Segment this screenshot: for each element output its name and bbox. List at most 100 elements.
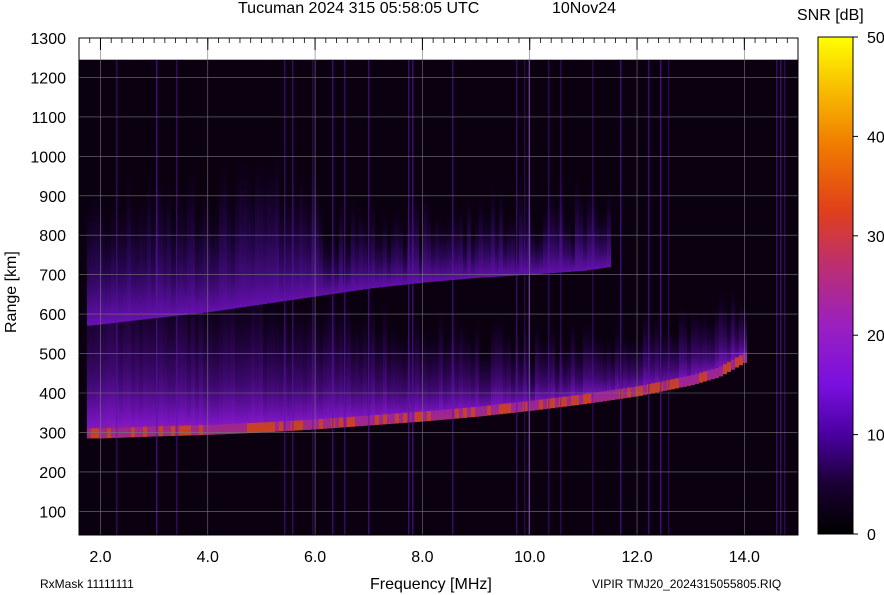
echo-cell bbox=[187, 425, 191, 436]
echo-cell bbox=[439, 409, 443, 420]
echo-cell bbox=[179, 187, 183, 316]
echo-cell bbox=[91, 189, 95, 326]
echo-cell bbox=[563, 214, 567, 273]
echo-cell bbox=[199, 425, 203, 436]
echo-cell bbox=[335, 310, 339, 428]
echo-cell bbox=[239, 423, 243, 434]
echo-cell bbox=[227, 187, 231, 310]
echo-cell bbox=[739, 355, 743, 366]
echo-cell bbox=[655, 382, 659, 393]
interference-line bbox=[292, 59, 294, 535]
echo-cell bbox=[511, 212, 515, 276]
echo-cell bbox=[275, 302, 279, 432]
echo-cell bbox=[303, 183, 307, 299]
echo-cell bbox=[359, 200, 363, 290]
echo-cell bbox=[475, 406, 479, 417]
colorbar-tick-label: 10 bbox=[867, 428, 884, 445]
echo-cell bbox=[395, 413, 399, 424]
echo-cell bbox=[259, 422, 263, 433]
echo-cell bbox=[131, 196, 135, 321]
echo-cell bbox=[307, 419, 311, 430]
echo-cell bbox=[539, 226, 543, 274]
echo-cell bbox=[691, 375, 695, 386]
echo-cell bbox=[507, 403, 511, 414]
echo-cell bbox=[271, 159, 275, 303]
echo-cell bbox=[347, 297, 351, 427]
echo-cell bbox=[383, 296, 387, 425]
echo-cell bbox=[139, 426, 143, 437]
echo-cell bbox=[431, 332, 435, 421]
echo-cell bbox=[595, 392, 599, 403]
echo-cell bbox=[735, 357, 739, 368]
echo-cell bbox=[431, 222, 435, 282]
y-tick-label: 700 bbox=[39, 268, 66, 285]
echo-cell bbox=[719, 288, 723, 377]
echo-cell bbox=[267, 422, 271, 433]
echo-cell bbox=[319, 419, 323, 430]
echo-cell bbox=[159, 172, 163, 318]
echo-cell bbox=[415, 310, 419, 422]
echo-cell bbox=[303, 419, 307, 430]
echo-cell bbox=[551, 190, 555, 274]
y-tick-label: 800 bbox=[39, 228, 66, 245]
echo-cell bbox=[335, 240, 339, 294]
interference-line bbox=[648, 59, 650, 535]
echo-cell bbox=[595, 333, 599, 403]
echo-cell bbox=[315, 172, 319, 297]
echo-cell bbox=[339, 417, 343, 428]
echo-cell bbox=[387, 414, 391, 425]
echo-cell bbox=[279, 311, 283, 432]
interference-line bbox=[344, 59, 346, 535]
echo-cell bbox=[675, 378, 679, 389]
echo-cell bbox=[499, 315, 503, 415]
echo-cell bbox=[375, 330, 379, 425]
echo-cell bbox=[703, 371, 707, 382]
y-tick-label: 500 bbox=[39, 347, 66, 364]
echo-cell bbox=[535, 320, 539, 411]
echo-cell bbox=[727, 361, 731, 372]
echo-cell bbox=[439, 306, 443, 420]
echo-cell bbox=[91, 428, 95, 439]
echo-cell bbox=[687, 375, 691, 386]
echo-cell bbox=[379, 324, 383, 425]
echo-cell bbox=[139, 195, 143, 320]
echo-cell bbox=[275, 421, 279, 432]
colorbar-tick-label: 20 bbox=[867, 328, 884, 345]
echo-cell bbox=[447, 409, 451, 420]
echo-cell bbox=[195, 425, 199, 436]
echo-cell bbox=[287, 420, 291, 431]
echo-cell bbox=[339, 194, 343, 293]
echo-cell bbox=[171, 425, 175, 436]
echo-cell bbox=[463, 407, 467, 418]
x-tick-label: 10.0 bbox=[514, 549, 545, 566]
echo-cell bbox=[387, 237, 391, 287]
echo-cell bbox=[695, 309, 699, 384]
echo-cell bbox=[603, 211, 607, 268]
y-axis-tick-labels: 100 200 300 400 500 600 700 800 900 1000 1100 1200 1… bbox=[30, 31, 66, 521]
echo-cell bbox=[355, 416, 359, 427]
echo-cell bbox=[223, 154, 227, 310]
echo-cell bbox=[551, 322, 555, 409]
x-axis-tick-labels: 2.0 4.0 6.0 8.0 10.0 12.0 14.0 bbox=[89, 549, 760, 566]
echo-cell bbox=[567, 396, 571, 407]
echo-cell bbox=[263, 170, 267, 305]
echo-cell bbox=[399, 333, 403, 424]
echo-cell bbox=[479, 406, 483, 417]
echo-cell bbox=[143, 426, 147, 437]
x-tick-label: 6.0 bbox=[304, 549, 326, 566]
interference-line bbox=[176, 59, 178, 535]
echo-cell bbox=[603, 391, 607, 402]
x-axis-title: Frequency [MHz] bbox=[370, 576, 492, 593]
echo-cell bbox=[255, 422, 259, 433]
echo-cell bbox=[215, 424, 219, 435]
x-tick-label: 4.0 bbox=[197, 549, 219, 566]
colorbar bbox=[817, 36, 854, 535]
echo-cell bbox=[299, 304, 303, 431]
echo-cell bbox=[427, 199, 431, 283]
echo-cell bbox=[579, 394, 583, 405]
echo-cell bbox=[583, 394, 587, 405]
echo-cell bbox=[699, 315, 703, 383]
echo-cell bbox=[267, 300, 271, 433]
interference-line bbox=[668, 59, 670, 535]
echo-cell bbox=[415, 411, 419, 422]
